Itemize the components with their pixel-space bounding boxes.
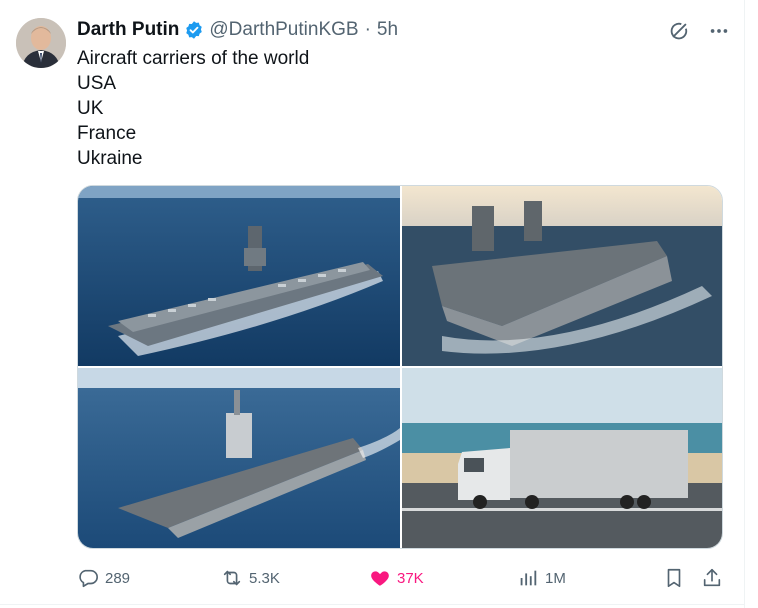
avatar[interactable]: [16, 18, 66, 68]
tweet-line: Ukraine: [77, 148, 143, 169]
tweet-line: France: [77, 123, 137, 144]
media-image-usa-carrier[interactable]: [78, 186, 400, 366]
repost-count: 5.3K: [249, 569, 280, 587]
views-button[interactable]: 1M: [517, 567, 566, 589]
repost-icon: [223, 570, 241, 586]
tweet-line: USA: [77, 73, 117, 94]
like-button[interactable]: 37K: [369, 567, 424, 589]
media-image-ukraine-truck[interactable]: [402, 368, 722, 548]
views-count: 1M: [545, 569, 566, 587]
media-grid: [77, 185, 723, 549]
column-divider: [744, 0, 745, 608]
like-count: 37K: [397, 569, 424, 587]
action-bar: 289 5.3K 37K 1M: [77, 564, 723, 592]
tweet-line: UK: [77, 98, 104, 119]
share-button[interactable]: [701, 567, 723, 589]
reply-icon: [79, 569, 98, 588]
display-name[interactable]: Darth Putin: [77, 18, 179, 42]
top-actions: [666, 18, 732, 44]
user-handle[interactable]: @DarthPutinKGB: [209, 18, 358, 42]
bookmark-button[interactable]: [663, 567, 685, 589]
views-icon: [520, 570, 537, 586]
share-icon: [703, 568, 721, 587]
like-icon: [371, 571, 389, 586]
verified-badge-icon[interactable]: [184, 20, 204, 40]
tweet-text: Aircraft carriers of the world USA UK Fr…: [77, 46, 309, 171]
tweet-header: Darth Putin @DarthPutinKGB · 5h: [77, 18, 398, 42]
tweet-line: Aircraft carriers of the world: [77, 48, 310, 69]
repost-button[interactable]: 5.3K: [221, 567, 280, 589]
separator-dot: ·: [364, 19, 371, 40]
tweet-bottom-divider: [0, 604, 744, 605]
bookmark-icon: [667, 568, 681, 588]
reply-count: 289: [105, 569, 131, 587]
timestamp[interactable]: 5h: [377, 18, 398, 42]
media-image-uk-carrier[interactable]: [402, 186, 722, 366]
more-icon[interactable]: [706, 18, 732, 44]
reply-button[interactable]: 289: [77, 567, 130, 589]
grok-icon[interactable]: [666, 18, 692, 44]
media-image-france-carrier[interactable]: [78, 368, 400, 548]
